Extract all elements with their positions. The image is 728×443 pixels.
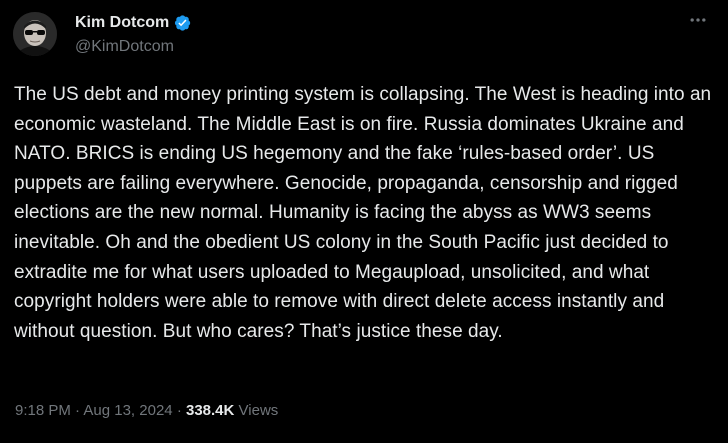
verified-badge-icon <box>173 13 193 33</box>
author-handle[interactable]: @KimDotcom <box>75 36 193 58</box>
more-options-icon[interactable] <box>686 8 710 32</box>
meta-separator: · <box>75 402 81 419</box>
tweet-card: Kim Dotcom @KimDotcom The US debt and mo… <box>0 0 728 443</box>
avatar[interactable] <box>13 12 57 56</box>
author-display-name[interactable]: Kim Dotcom <box>75 12 169 34</box>
tweet-text: The US debt and money printing system is… <box>14 84 712 342</box>
tweet-time[interactable]: 9:18 PM <box>15 402 71 419</box>
views-label: Views <box>238 402 279 419</box>
views-count: 338.4K <box>185 402 235 419</box>
avatar-image <box>13 12 57 56</box>
meta-separator: · <box>176 402 182 419</box>
tweet-date[interactable]: Aug 13, 2024 <box>83 402 172 419</box>
author-block: Kim Dotcom @KimDotcom <box>75 12 193 58</box>
tweet-meta: 9:18 PM · Aug 13, 2024 · 338.4K Views <box>15 400 278 422</box>
